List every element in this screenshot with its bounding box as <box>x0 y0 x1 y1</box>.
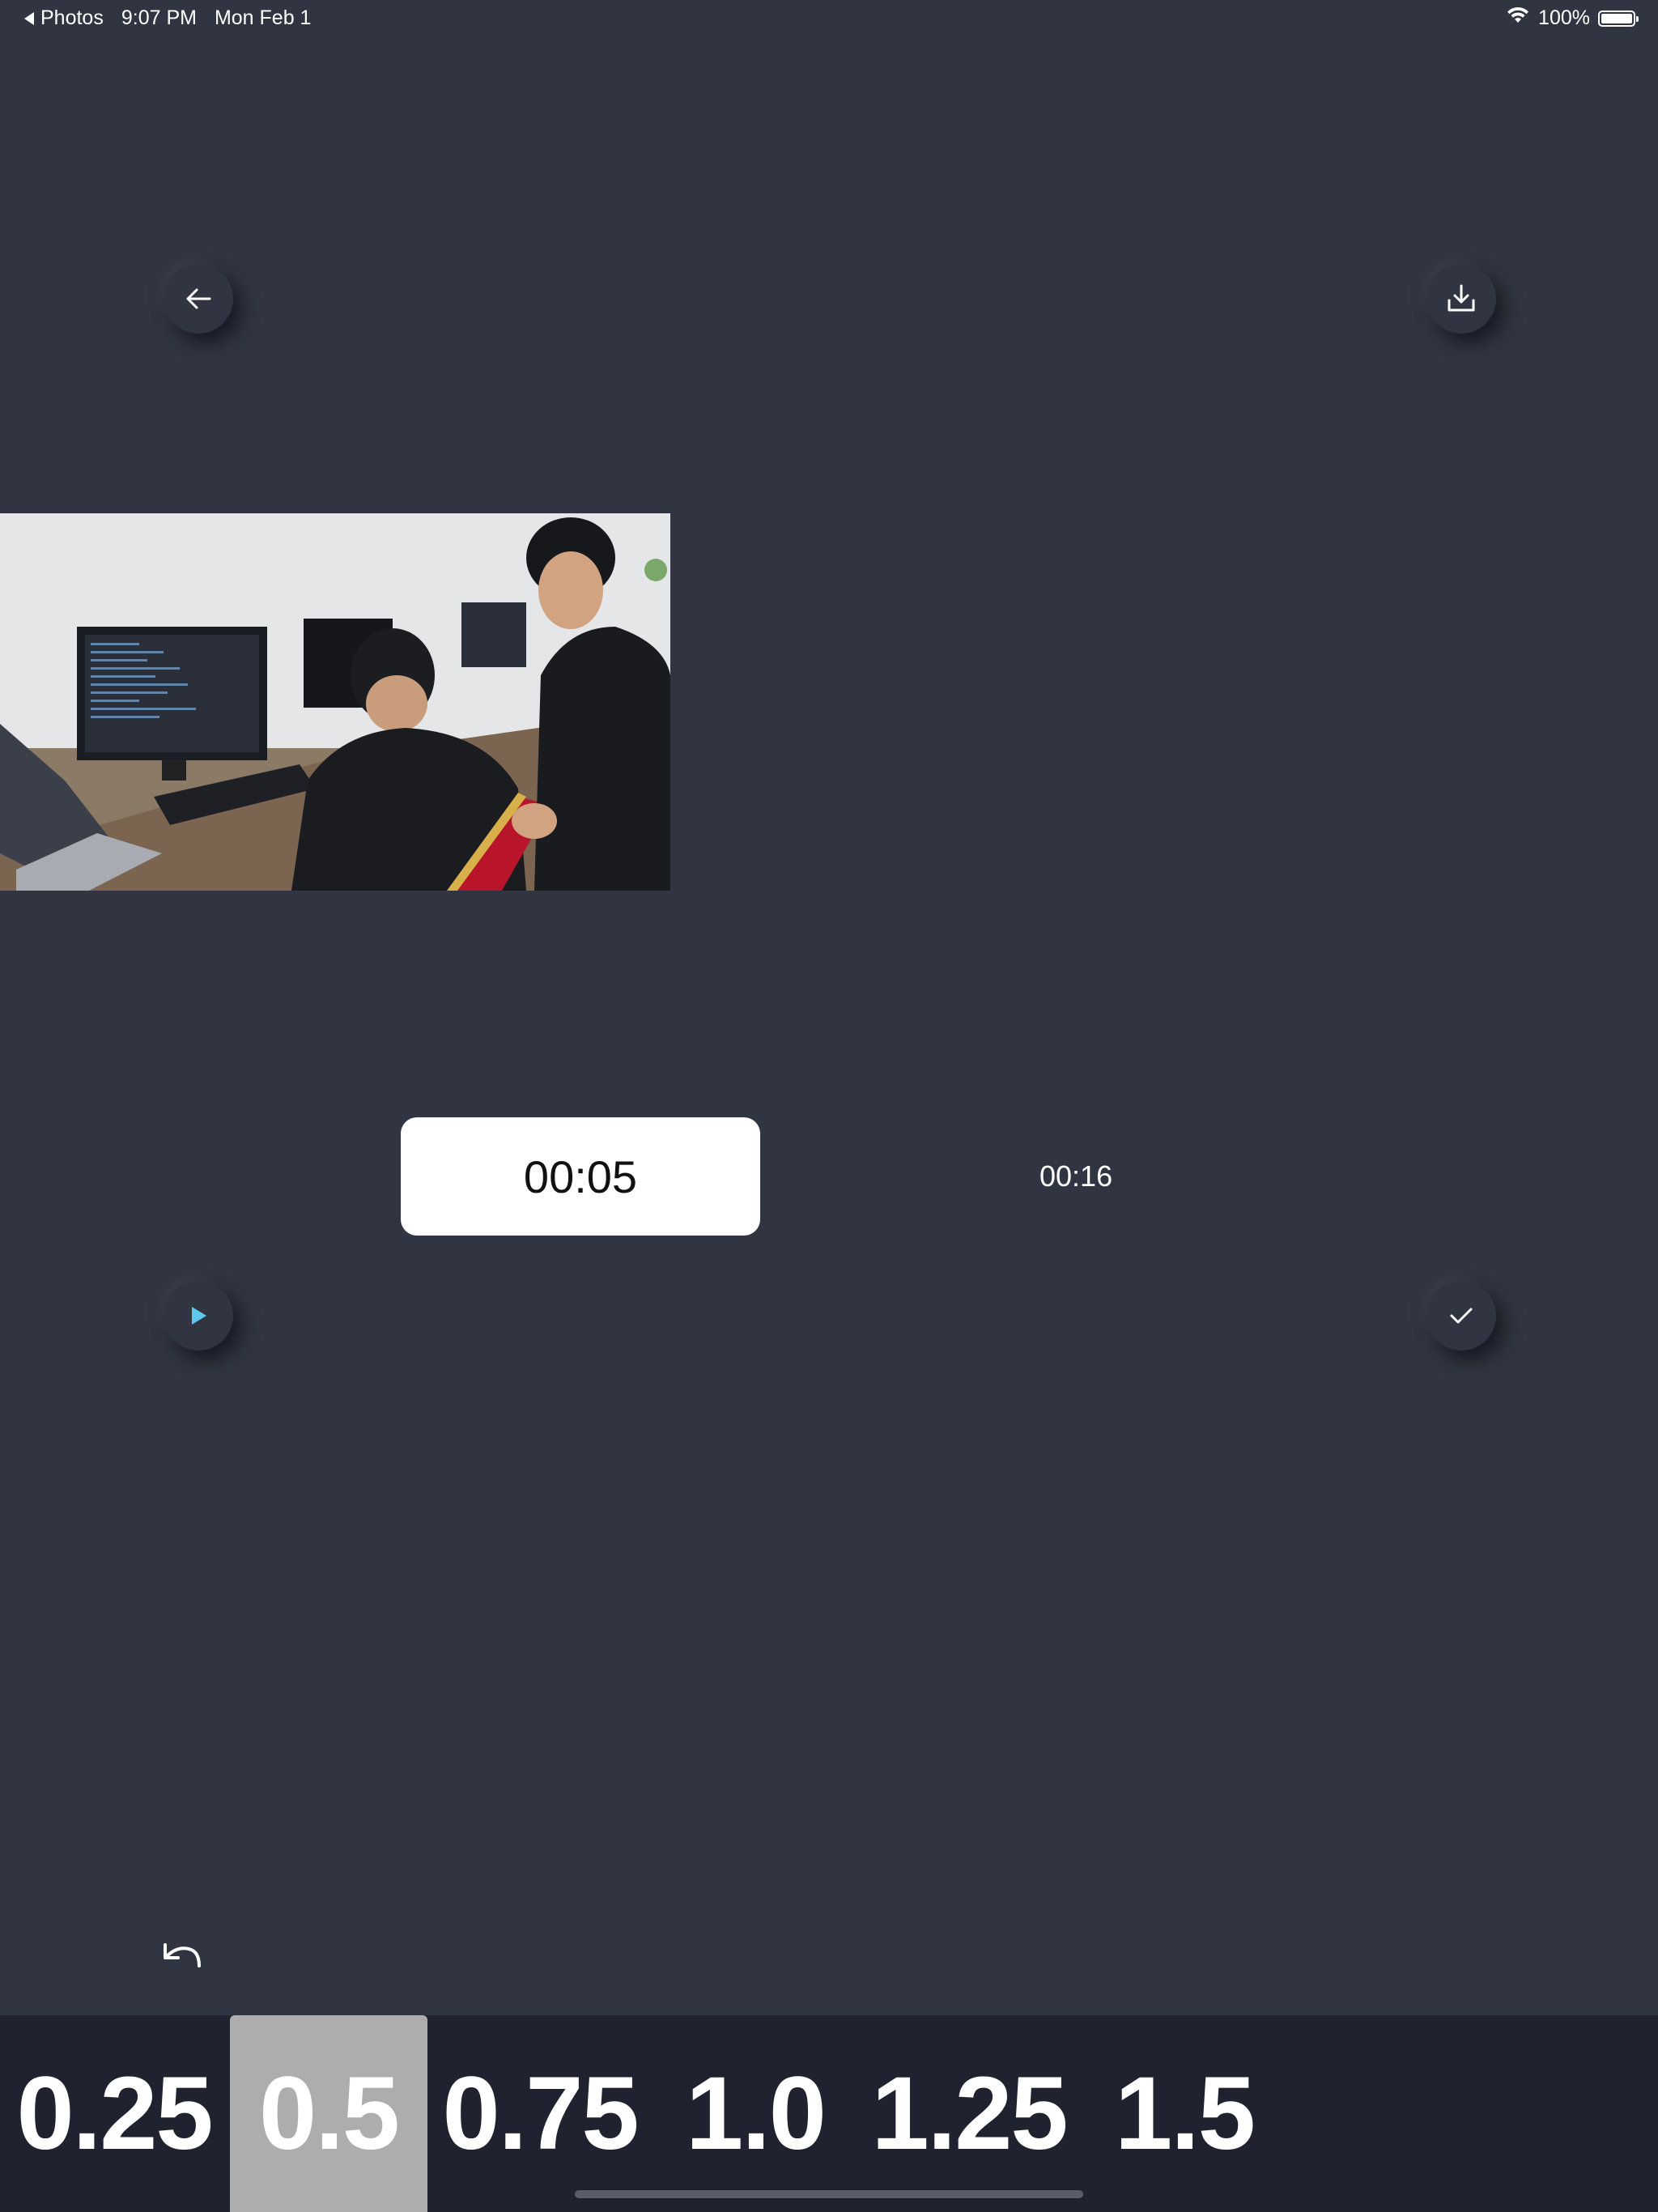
current-time-display: 00:05 <box>401 1117 760 1236</box>
home-indicator[interactable] <box>575 2190 1083 2198</box>
download-button[interactable] <box>1426 264 1496 334</box>
status-date: Mon Feb 1 <box>214 6 312 29</box>
wifi-icon <box>1506 6 1530 30</box>
back-triangle-icon <box>24 11 34 25</box>
undo-button[interactable] <box>159 1938 204 1974</box>
play-button[interactable] <box>164 1281 233 1351</box>
current-time: 00:05 <box>523 1151 638 1202</box>
back-app-label: Photos <box>40 6 104 29</box>
back-to-app-link[interactable]: Photos <box>24 6 104 30</box>
speed-option-0-25[interactable]: 0.25 <box>8 2015 220 2212</box>
status-bar: Photos 9:07 PM Mon Feb 1 100% <box>0 0 1658 39</box>
battery-percent: 100% <box>1538 6 1590 29</box>
speed-option-1-5[interactable]: 1.5 <box>1082 2015 1287 2212</box>
total-time: 00:16 <box>1039 1159 1113 1193</box>
download-icon <box>1445 283 1477 315</box>
undo-icon <box>159 1943 204 1977</box>
speed-option-1-25[interactable]: 1.25 <box>866 2015 1072 2212</box>
arrow-left-icon <box>185 287 212 311</box>
speed-option-1-0[interactable]: 1.0 <box>653 2015 858 2212</box>
video-preview <box>0 513 670 891</box>
confirm-button[interactable] <box>1426 1281 1496 1351</box>
play-icon <box>189 1305 208 1326</box>
checkmark-icon <box>1448 1305 1474 1326</box>
status-left: Photos 9:07 PM Mon Feb 1 <box>24 6 311 30</box>
video-frame-image <box>0 513 670 891</box>
speed-selector: 0.25 0.5 0.75 1.0 1.25 1.5 <box>0 2015 1658 2212</box>
speed-option-0-75[interactable]: 0.75 <box>437 2015 643 2212</box>
battery-icon <box>1598 10 1639 27</box>
speed-option-0-5[interactable]: 0.5 <box>230 2015 427 2212</box>
back-button[interactable] <box>164 264 233 334</box>
status-time: 9:07 PM <box>121 6 197 29</box>
status-right: 100% <box>1506 6 1639 30</box>
